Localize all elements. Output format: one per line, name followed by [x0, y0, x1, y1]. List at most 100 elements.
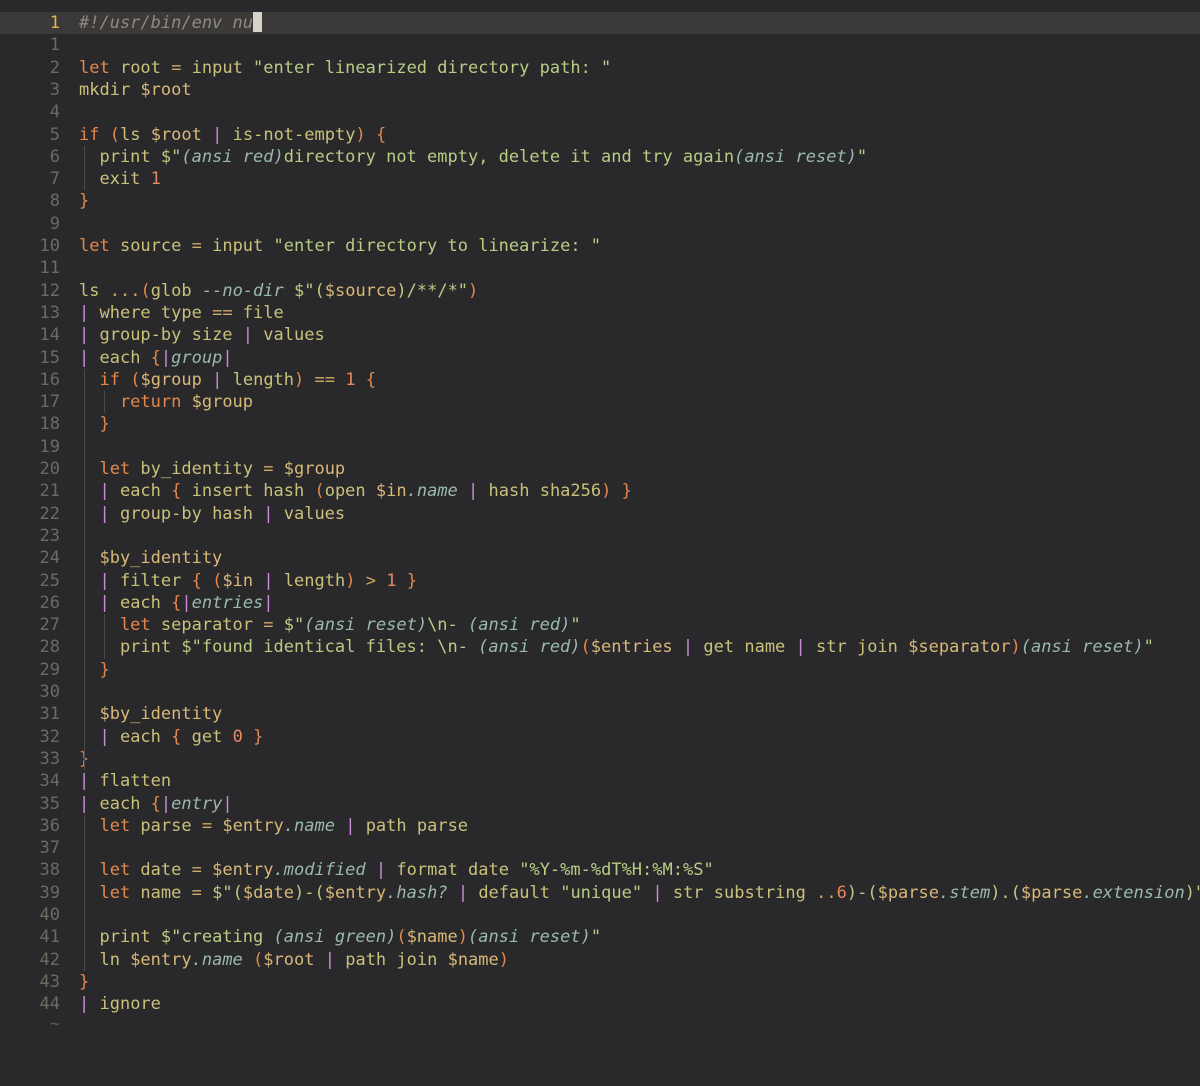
code-line[interactable]: 21 | each { insert hash (open $in.name |…: [0, 480, 1200, 502]
code-token: 0: [232, 726, 243, 747]
line-number: 4: [49, 102, 60, 123]
line-number: 6: [49, 146, 60, 167]
code-token: ): [1010, 637, 1021, 658]
code-line[interactable]: 32 | each { get 0 }: [0, 726, 1200, 748]
code-token: =: [191, 882, 202, 903]
code-line[interactable]: 3 mkdir $root: [0, 79, 1200, 101]
code-token: ): [468, 280, 479, 301]
code-line[interactable]: 25 | filter { ($in | length) > 1 }: [0, 570, 1200, 592]
code-token: =: [263, 615, 274, 636]
code-line[interactable]: 31 $by_identity: [0, 703, 1200, 725]
code-line[interactable]: 11: [0, 257, 1200, 279]
code-line[interactable]: 37: [0, 837, 1200, 859]
code-line[interactable]: 4: [0, 101, 1200, 123]
code-token: $root: [263, 949, 315, 970]
code-token: (: [314, 481, 325, 502]
code-token: |: [652, 882, 663, 903]
code-line[interactable]: 26 | each {|entries|: [0, 592, 1200, 614]
code-line[interactable]: 42 ln $entry.name ($root | path join $na…: [0, 949, 1200, 971]
code-token: |: [160, 347, 172, 368]
code-token: {: [150, 347, 161, 368]
code-line[interactable]: 40: [0, 904, 1200, 926]
code-token: |: [222, 793, 233, 814]
code-line[interactable]: 6 print $"(ansi red)directory not empty,…: [0, 146, 1200, 168]
code-token: hash sha256: [478, 481, 602, 502]
code-token: entry: [171, 793, 223, 814]
code-line[interactable]: 12 ls ...(glob --no-dir $"($source)/**/*"…: [0, 280, 1200, 302]
line-number: 31: [39, 704, 60, 725]
code-line[interactable]: 10 let source = input "enter directory to…: [0, 235, 1200, 257]
code-line[interactable]: 22 | group-by hash | values: [0, 503, 1200, 525]
code-token: |: [682, 637, 694, 658]
code-line[interactable]: 9: [0, 213, 1200, 235]
code-token: |: [375, 860, 387, 881]
code-line[interactable]: 17 return $group: [0, 391, 1200, 413]
line-number: 28: [39, 637, 60, 658]
line-number: 40: [39, 905, 60, 925]
code-text: return $group: [79, 391, 253, 413]
code-token: ls: [119, 124, 151, 145]
code-token: glob: [150, 280, 202, 301]
code-line[interactable]: 18 }: [0, 413, 1200, 435]
line-number: 30: [39, 682, 60, 702]
code-token: (: [130, 369, 141, 390]
code-line[interactable]: 1 #!/usr/bin/env nu: [0, 12, 1200, 35]
code-token: if: [79, 124, 100, 145]
code-line[interactable]: 2 let root = input "enter linearized dire…: [0, 57, 1200, 79]
code-token: ).(: [990, 882, 1021, 903]
code-token: |: [242, 325, 254, 346]
code-line[interactable]: 41 print $"creating (ansi green)($name)(…: [0, 926, 1200, 948]
code-editor[interactable]: 1 #!/usr/bin/env nu 1 2 let root = input "en…: [0, 0, 1200, 1086]
code-line[interactable]: 1: [0, 34, 1200, 56]
code-line[interactable]: 30: [0, 681, 1200, 703]
code-line[interactable]: 34 | flatten: [0, 770, 1200, 792]
line-number: 7: [49, 169, 60, 190]
code-line[interactable]: 44 | ignore: [0, 993, 1200, 1015]
code-line[interactable]: 5 if (ls $root | is-not-empty) {: [0, 124, 1200, 146]
code-line[interactable]: 20 let by_identity = $group: [0, 458, 1200, 480]
code-token: .name: [406, 481, 458, 502]
code-text: mkdir $root: [79, 79, 192, 101]
code-token: |: [79, 994, 90, 1015]
code-token: =: [171, 57, 182, 78]
code-token: (ansi red): [181, 146, 284, 167]
code-token: print: [79, 927, 161, 948]
code-line[interactable]: 27 let separator = $"(ansi reset)\n- (an…: [0, 614, 1200, 636]
indent-guide: [104, 391, 105, 414]
code-line[interactable]: 29 }: [0, 659, 1200, 681]
code-line[interactable]: 33}: [0, 748, 1200, 770]
line-number: 23: [39, 525, 60, 546]
code-token: $group: [191, 392, 254, 413]
code-line[interactable]: 7 exit 1: [0, 168, 1200, 190]
code-token: $parse: [1020, 882, 1083, 903]
code-line[interactable]: 38 let date = $entry.modified | format d…: [0, 859, 1200, 881]
code-token: values: [253, 325, 325, 346]
code-line[interactable]: 43}: [0, 971, 1200, 993]
code-text: | each {|entry|: [79, 793, 233, 815]
indent-guide: [104, 614, 105, 659]
code-line[interactable]: 36 let parse = $entry.name | path parse: [0, 815, 1200, 837]
code-line[interactable]: 39 let name = $"($date)-($entry.hash? | …: [0, 882, 1200, 904]
code-token: let: [79, 615, 151, 636]
code-text: | each { get 0 }: [79, 726, 263, 748]
code-token: $entries: [590, 637, 673, 658]
code-token: if: [79, 369, 120, 390]
code-line[interactable]: 8}: [0, 190, 1200, 212]
code-line[interactable]: 24 $by_identity: [0, 547, 1200, 569]
code-line[interactable]: 15 | each {|group|: [0, 347, 1200, 369]
code-token: let: [79, 236, 110, 256]
code-token: source: [109, 236, 192, 256]
code-text: let root = input "enter linearized direc…: [79, 57, 611, 79]
code-line[interactable]: 35 | each {|entry|: [0, 793, 1200, 815]
code-line[interactable]: 28 print $"found identical files: \n- (a…: [0, 636, 1200, 658]
code-line[interactable]: 14 | group-by size | values: [0, 324, 1200, 346]
code-token: )/**/*": [396, 280, 469, 301]
code-line[interactable]: 13 | where type == file: [0, 302, 1200, 324]
code-line[interactable]: 19: [0, 436, 1200, 458]
line-number: 43: [39, 971, 60, 992]
code-text: | where type == file: [79, 302, 284, 324]
code-line[interactable]: 23: [0, 525, 1200, 547]
code-token: ": [1143, 637, 1154, 658]
code-line[interactable]: 16 if ($group | length) == 1 {: [0, 369, 1200, 391]
